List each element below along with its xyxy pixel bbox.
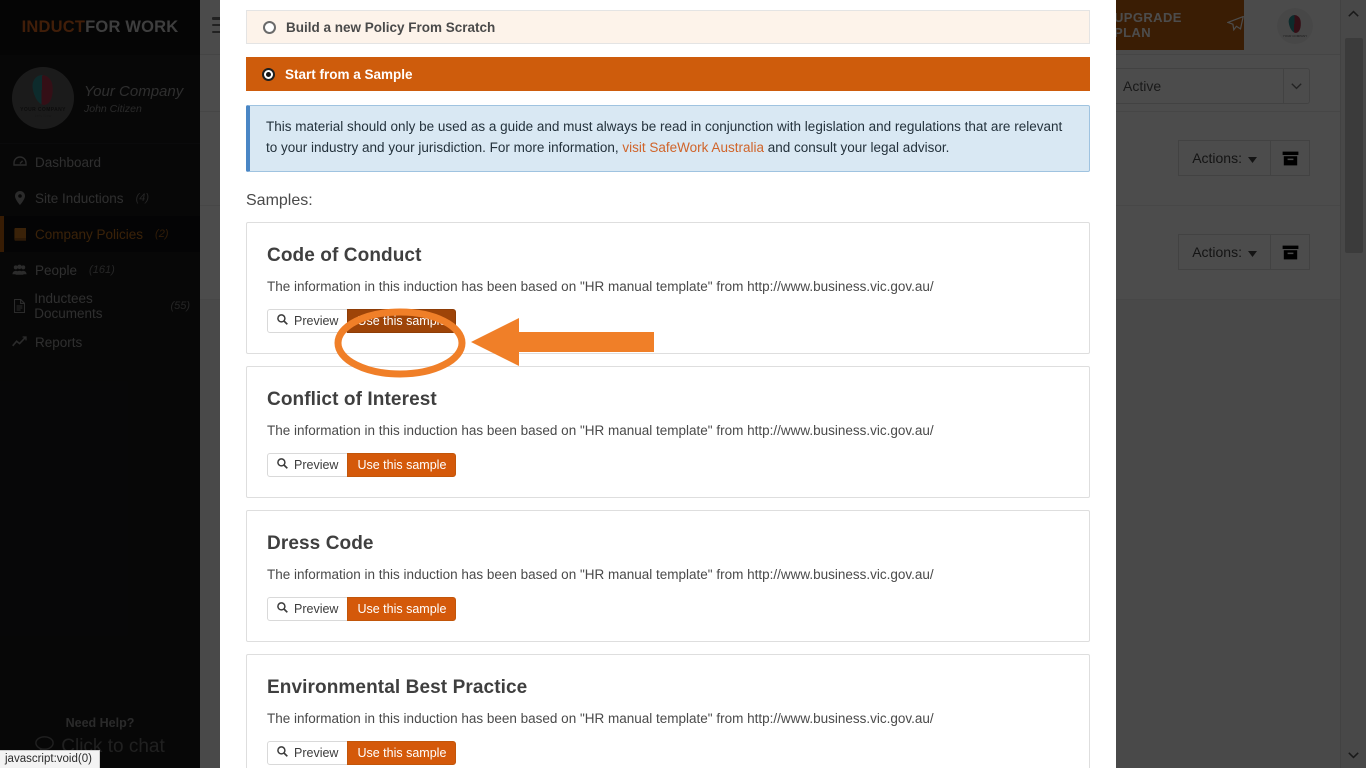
- application-root: INDUCTFOR WORK YOUR COMPANY Let's Grow Y…: [0, 0, 1366, 768]
- search-icon: [277, 601, 288, 616]
- sample-description: The information in this induction has be…: [267, 710, 934, 726]
- preview-label: Preview: [294, 601, 339, 616]
- status-bar-url: javascript:void(0): [0, 750, 100, 768]
- sample-card: Code of Conduct The information in this …: [246, 221, 1090, 354]
- sample-title: Environmental Best Practice: [267, 676, 528, 698]
- sample-card: Environmental Best Practice The informat…: [246, 653, 1090, 768]
- sample-title: Code of Conduct: [267, 244, 422, 266]
- option-build-from-scratch[interactable]: Build a new Policy From Scratch: [246, 10, 1090, 44]
- option-label: Start from a Sample: [285, 66, 413, 82]
- option-start-from-sample[interactable]: Start from a Sample: [246, 57, 1090, 91]
- preview-label: Preview: [294, 457, 339, 472]
- preview-button[interactable]: Preview: [267, 452, 349, 477]
- sample-buttons: Preview Use this sample: [267, 596, 1069, 621]
- sample-description: The information in this induction has be…: [267, 422, 934, 438]
- sample-title: Dress Code: [267, 532, 374, 554]
- sample-buttons: Preview Use this sample: [267, 308, 1069, 333]
- sample-description: The information in this induction has be…: [267, 278, 934, 294]
- use-this-sample-button[interactable]: Use this sample: [347, 740, 457, 765]
- preview-button[interactable]: Preview: [267, 740, 349, 765]
- notice-text-after: and consult your legal advisor.: [763, 139, 950, 155]
- sample-card: Dress Code The information in this induc…: [246, 509, 1090, 642]
- guidance-notice: This material should only be used as a g…: [246, 105, 1090, 172]
- option-label: Build a new Policy From Scratch: [286, 19, 496, 35]
- sample-buttons: Preview Use this sample: [267, 740, 1069, 765]
- preview-button[interactable]: Preview: [267, 596, 349, 621]
- search-icon: [277, 457, 288, 472]
- use-this-sample-button[interactable]: Use this sample: [347, 308, 457, 333]
- use-this-sample-button[interactable]: Use this sample: [347, 452, 457, 477]
- sample-title: Conflict of Interest: [267, 388, 437, 410]
- search-icon: [277, 313, 288, 328]
- policy-creation-modal: Build a new Policy From Scratch Start fr…: [220, 0, 1116, 768]
- preview-label: Preview: [294, 745, 339, 760]
- preview-label: Preview: [294, 313, 339, 328]
- samples-label: Samples:: [246, 191, 313, 209]
- preview-button[interactable]: Preview: [267, 308, 349, 333]
- sample-description: The information in this induction has be…: [267, 566, 934, 582]
- sample-buttons: Preview Use this sample: [267, 452, 1069, 477]
- sample-card: Conflict of Interest The information in …: [246, 365, 1090, 498]
- use-this-sample-button[interactable]: Use this sample: [347, 596, 457, 621]
- radio-icon: [263, 20, 276, 34]
- search-icon: [277, 745, 288, 760]
- safework-australia-link[interactable]: visit SafeWork Australia: [622, 140, 764, 155]
- radio-icon-selected: [262, 67, 275, 81]
